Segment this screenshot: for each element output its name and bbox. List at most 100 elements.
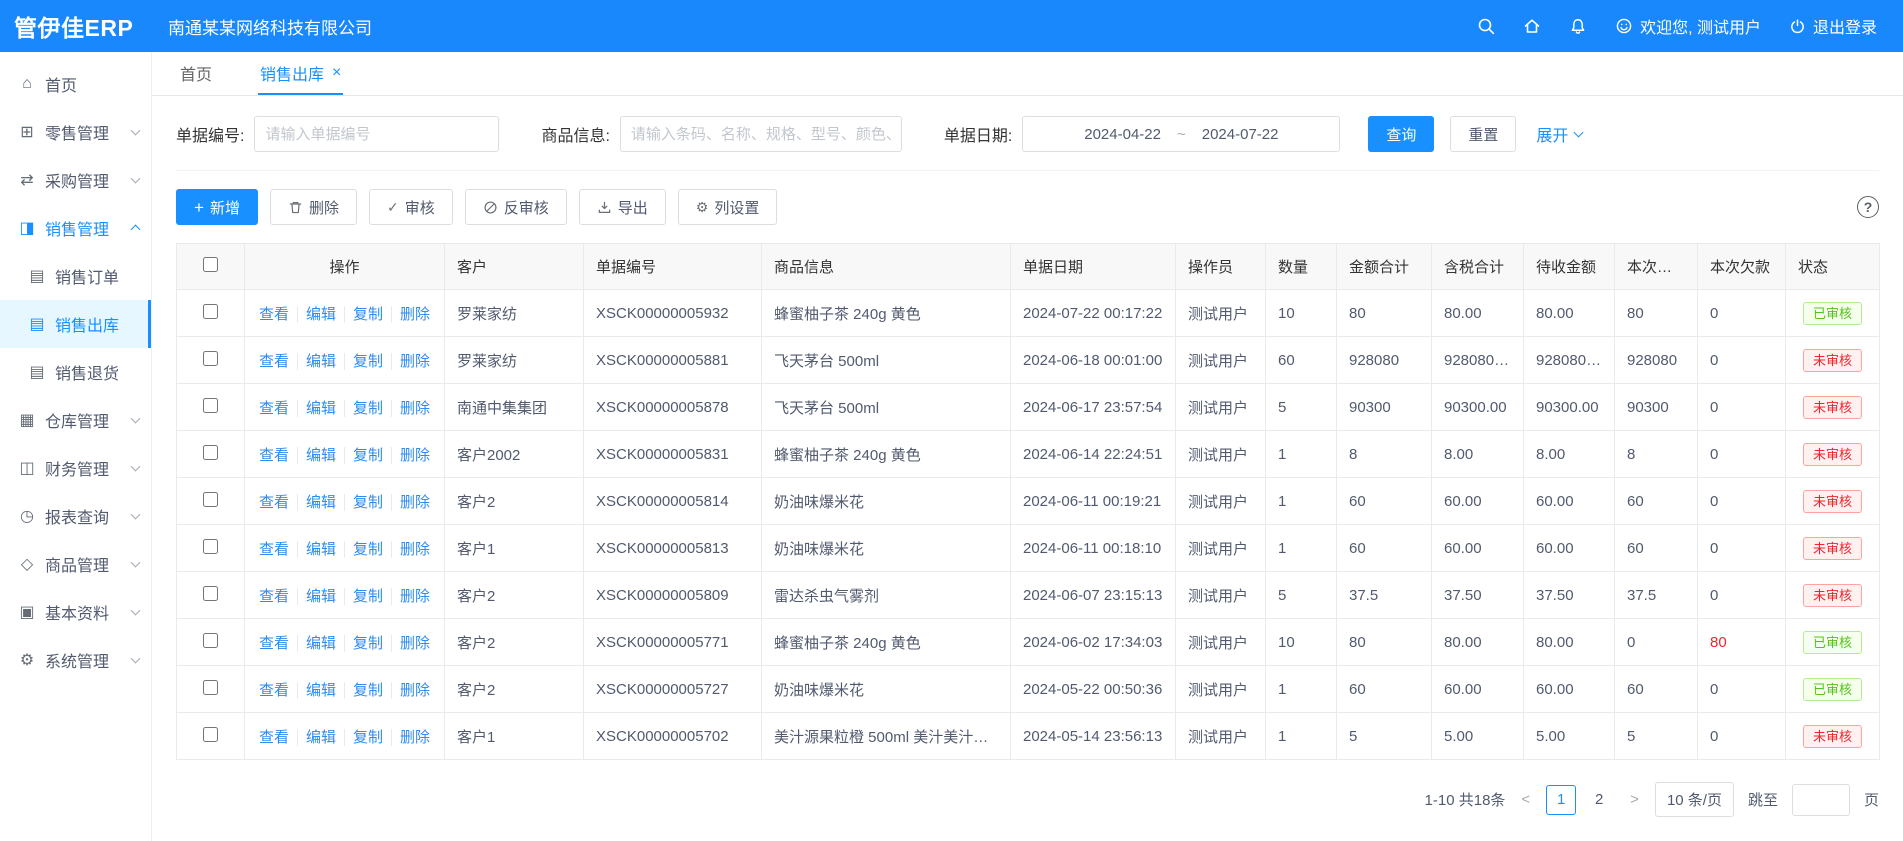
row-action-copy[interactable]: 复制 — [344, 729, 383, 746]
page-button-2[interactable]: 2 — [1584, 785, 1614, 815]
row-checkbox[interactable] — [203, 304, 218, 319]
tab-label: 首页 — [180, 61, 212, 85]
date-to[interactable]: 2024-07-22 — [1202, 126, 1279, 143]
row-checkbox[interactable] — [203, 680, 218, 695]
sidebar-item-sales-return[interactable]: ▤销售退货 — [0, 348, 151, 396]
welcome-user[interactable]: 欢迎您, 测试用户 — [1615, 14, 1761, 38]
row-action-delete[interactable]: 删除 — [391, 588, 430, 605]
row-action-delete[interactable]: 删除 — [391, 635, 430, 652]
date-from[interactable]: 2024-04-22 — [1084, 126, 1161, 143]
row-action-edit[interactable]: 编辑 — [297, 682, 336, 699]
row-action-view[interactable]: 查看 — [259, 729, 289, 746]
row-action-copy[interactable]: 复制 — [344, 447, 383, 464]
sidebar-item-retail[interactable]: ⊞零售管理 — [0, 108, 151, 156]
page-size-select[interactable]: 10 条/页 — [1655, 782, 1734, 817]
row-action-view[interactable]: 查看 — [259, 682, 289, 699]
next-page-button[interactable]: > — [1628, 791, 1641, 808]
cell-amount: 60 — [1337, 478, 1432, 525]
row-action-delete[interactable]: 删除 — [391, 447, 430, 464]
check-icon: ✓ — [387, 200, 399, 214]
jump-input[interactable] — [1792, 784, 1850, 816]
sidebar-item-basic-data[interactable]: ▣基本资料 — [0, 588, 151, 636]
row-action-edit[interactable]: 编辑 — [297, 447, 336, 464]
product-input[interactable] — [620, 116, 902, 152]
tab-home[interactable]: 首页 — [178, 52, 214, 95]
row-action-delete[interactable]: 删除 — [391, 400, 430, 417]
search-button[interactable]: 查询 — [1368, 116, 1434, 152]
home-icon[interactable] — [1523, 17, 1541, 35]
unaudit-button[interactable]: 反审核 — [465, 189, 567, 225]
row-action-view[interactable]: 查看 — [259, 353, 289, 370]
row-action-copy[interactable]: 复制 — [344, 541, 383, 558]
help-icon[interactable]: ? — [1857, 196, 1879, 218]
row-action-copy[interactable]: 复制 — [344, 682, 383, 699]
row-action-copy[interactable]: 复制 — [344, 400, 383, 417]
logout-button[interactable]: 退出登录 — [1789, 14, 1877, 38]
row-action-edit[interactable]: 编辑 — [297, 588, 336, 605]
doc-no-input[interactable] — [254, 116, 499, 152]
row-action-view[interactable]: 查看 — [259, 588, 289, 605]
sidebar-item-system[interactable]: ⚙系统管理 — [0, 636, 151, 684]
row-action-delete[interactable]: 删除 — [391, 353, 430, 370]
sidebar-item-purchase[interactable]: ⇄采购管理 — [0, 156, 151, 204]
close-icon[interactable]: × — [332, 65, 341, 81]
row-action-copy[interactable]: 复制 — [344, 494, 383, 511]
row-checkbox[interactable] — [203, 633, 218, 648]
row-action-edit[interactable]: 编辑 — [297, 729, 336, 746]
sidebar-item-sales[interactable]: ◨销售管理 — [0, 204, 151, 252]
row-checkbox[interactable] — [203, 351, 218, 366]
row-action-view[interactable]: 查看 — [259, 447, 289, 464]
reset-button[interactable]: 重置 — [1450, 116, 1516, 152]
row-action-edit[interactable]: 编辑 — [297, 494, 336, 511]
tab-sales-outbound[interactable]: 销售出库 × — [258, 52, 343, 95]
row-action-edit[interactable]: 编辑 — [297, 353, 336, 370]
row-checkbox[interactable] — [203, 539, 218, 554]
add-button[interactable]: + 新增 — [176, 189, 258, 225]
row-action-edit[interactable]: 编辑 — [297, 635, 336, 652]
row-action-view[interactable]: 查看 — [259, 306, 289, 323]
sidebar-item-report[interactable]: ◷报表查询 — [0, 492, 151, 540]
row-action-edit[interactable]: 编辑 — [297, 541, 336, 558]
row-action-view[interactable]: 查看 — [259, 635, 289, 652]
row-action-delete[interactable]: 删除 — [391, 494, 430, 511]
date-range-picker[interactable]: 2024-04-22 ~ 2024-07-22 — [1022, 116, 1340, 152]
sidebar-item-sales-order[interactable]: ▤销售订单 — [0, 252, 151, 300]
row-action-view[interactable]: 查看 — [259, 494, 289, 511]
select-all-checkbox[interactable] — [203, 257, 218, 272]
row-action-delete[interactable]: 删除 — [391, 306, 430, 323]
sidebar-item-home[interactable]: ⌂首页 — [0, 60, 151, 108]
export-button[interactable]: 导出 — [579, 189, 666, 225]
row-action-copy[interactable]: 复制 — [344, 588, 383, 605]
row-action-delete[interactable]: 删除 — [391, 729, 430, 746]
sidebar-item-warehouse[interactable]: ▦仓库管理 — [0, 396, 151, 444]
prev-page-button[interactable]: < — [1519, 791, 1532, 808]
row-checkbox[interactable] — [203, 398, 218, 413]
row-action-copy[interactable]: 复制 — [344, 635, 383, 652]
audit-button[interactable]: ✓ 审核 — [369, 189, 453, 225]
row-action-delete[interactable]: 删除 — [391, 541, 430, 558]
sidebar-item-product[interactable]: ◇商品管理 — [0, 540, 151, 588]
sidebar-item-sales-outbound[interactable]: ▤销售出库 — [0, 300, 151, 348]
row-checkbox[interactable] — [203, 445, 218, 460]
row-checkbox[interactable] — [203, 586, 218, 601]
column-header: 操作 — [245, 244, 445, 290]
row-checkbox-cell — [177, 337, 245, 384]
row-action-edit[interactable]: 编辑 — [297, 306, 336, 323]
cell-status: 已审核 — [1786, 290, 1880, 337]
row-action-view[interactable]: 查看 — [259, 541, 289, 558]
row-checkbox[interactable] — [203, 727, 218, 742]
column-settings-button[interactable]: ⚙ 列设置 — [678, 189, 778, 225]
bell-icon[interactable] — [1569, 17, 1587, 35]
delete-button[interactable]: 删除 — [270, 189, 357, 225]
row-action-view[interactable]: 查看 — [259, 400, 289, 417]
row-action-edit[interactable]: 编辑 — [297, 400, 336, 417]
sidebar-item-finance[interactable]: ◫财务管理 — [0, 444, 151, 492]
row-action-copy[interactable]: 复制 — [344, 306, 383, 323]
row-action-copy[interactable]: 复制 — [344, 353, 383, 370]
page-button-1[interactable]: 1 — [1546, 785, 1576, 815]
row-action-delete[interactable]: 删除 — [391, 682, 430, 699]
expand-link[interactable]: 展开 — [1536, 122, 1582, 146]
cell-operator: 测试用户 — [1176, 525, 1266, 572]
row-checkbox[interactable] — [203, 492, 218, 507]
search-icon[interactable] — [1477, 17, 1495, 35]
